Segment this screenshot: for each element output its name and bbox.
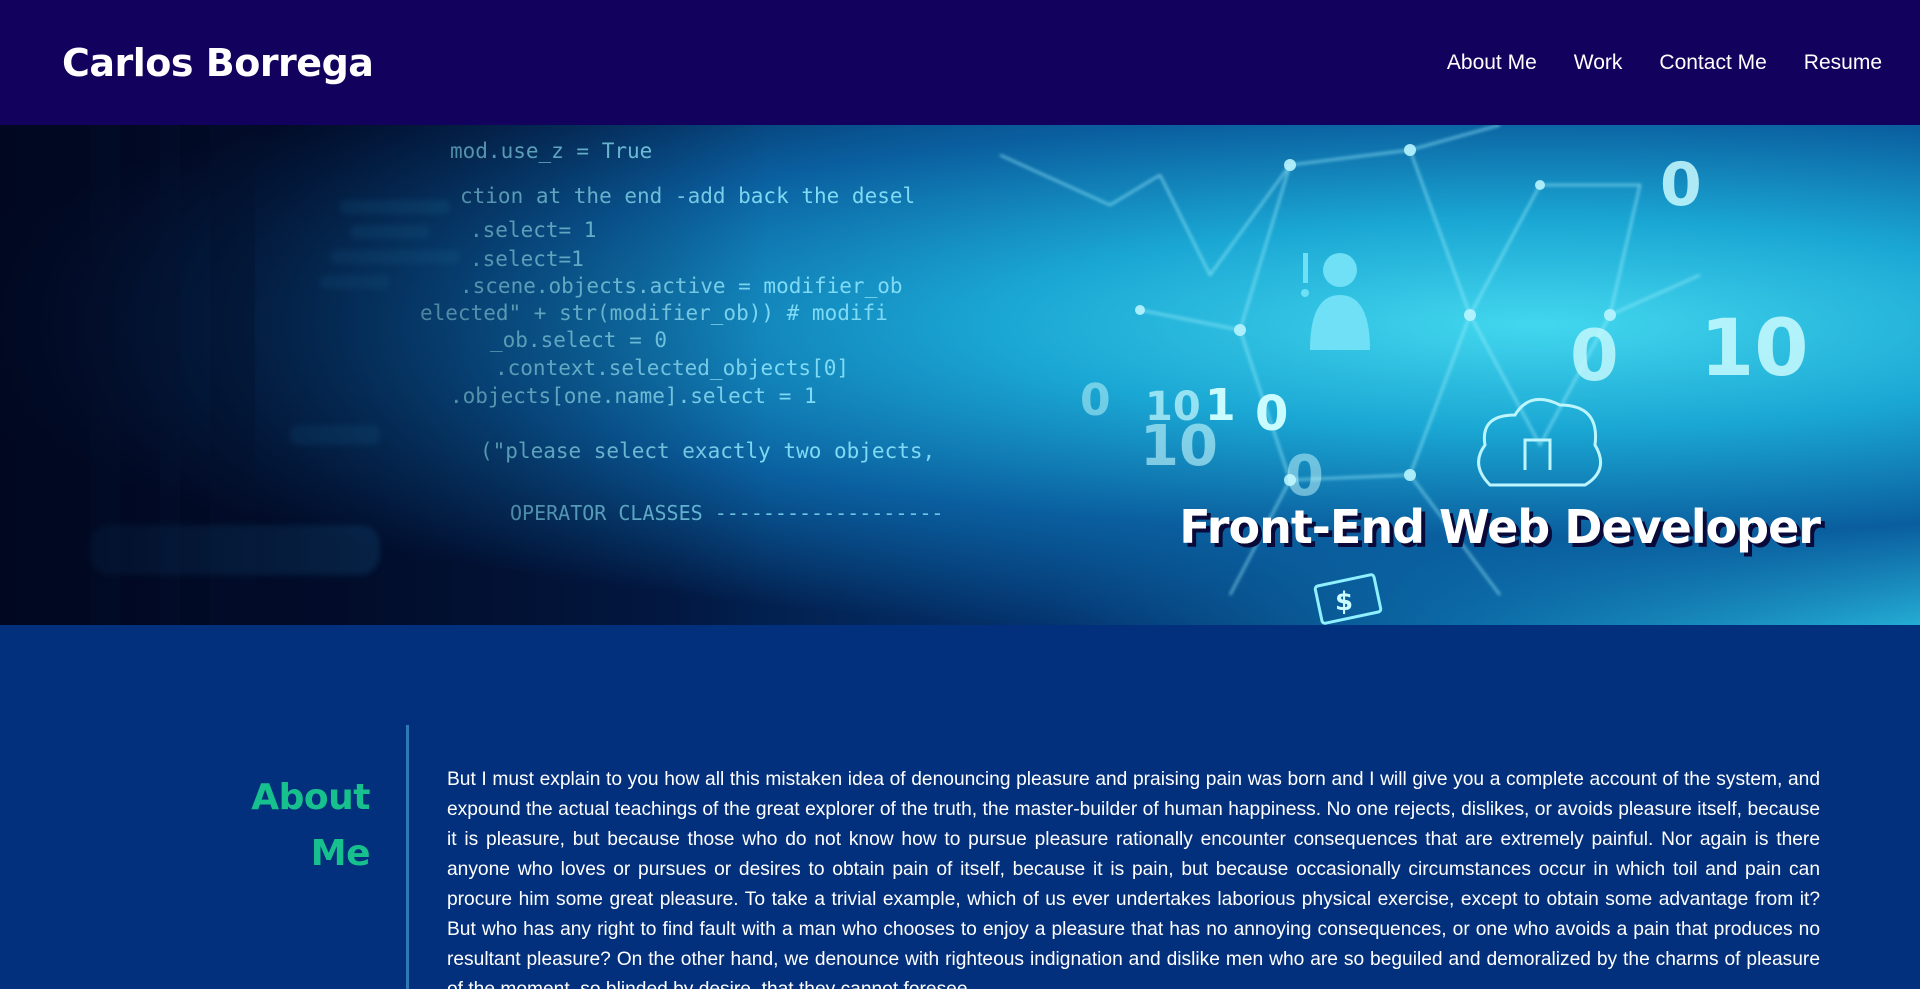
nav-resume[interactable]: Resume <box>1804 51 1882 75</box>
main-nav: About Me Work Contact Me Resume <box>1447 51 1882 75</box>
digit-glyph: 10 <box>1145 384 1201 430</box>
digit-glyph: 0 <box>1660 150 1702 220</box>
digit-glyph: $ <box>1335 587 1353 617</box>
digit-glyph: 0 <box>1080 375 1111 426</box>
nav-about-me[interactable]: About Me <box>1447 51 1537 75</box>
digit-glyph: 0 <box>1255 386 1288 442</box>
nav-work[interactable]: Work <box>1574 51 1623 75</box>
about-heading: About Me <box>170 770 370 882</box>
hero-banner: mod.use_z = True ction at the end -add b… <box>0 125 1920 625</box>
hero-title: Front-End Web Developer <box>1179 500 1821 554</box>
about-body-text: But I must explain to you how all this m… <box>447 769 1820 989</box>
about-heading-line2: Me <box>310 833 371 874</box>
brand-name[interactable]: Carlos Borrega <box>62 41 374 85</box>
digit-glyph: 0 <box>1570 315 1619 397</box>
site-header: Carlos Borrega About Me Work Contact Me … <box>0 0 1920 125</box>
section-divider <box>406 725 409 989</box>
nav-contact-me[interactable]: Contact Me <box>1659 51 1766 75</box>
about-heading-line1: About <box>251 777 370 818</box>
digit-glyph: 10 <box>1700 304 1809 394</box>
about-section: About Me But I must explain to you how a… <box>0 625 1920 989</box>
